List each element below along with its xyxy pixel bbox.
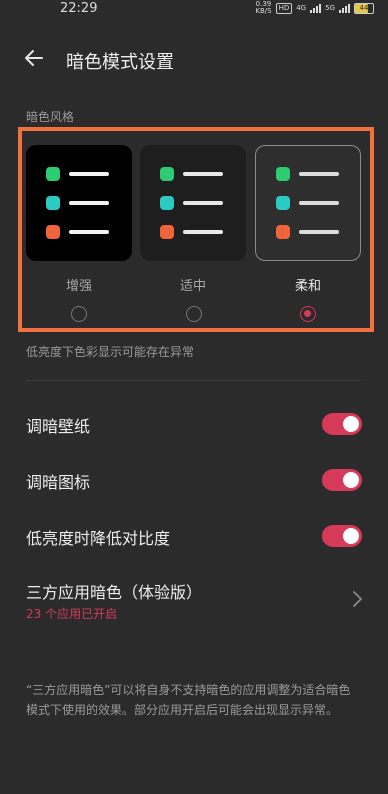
- orange-dot-icon: [46, 225, 60, 239]
- radio-moderate[interactable]: [186, 306, 202, 322]
- style-label-enhanced: 增强: [65, 279, 92, 294]
- page-title: 暗色模式设置: [66, 52, 174, 73]
- green-dot-icon: [276, 167, 290, 181]
- cyan-dot-icon: [160, 196, 174, 210]
- green-dot-icon: [46, 167, 60, 181]
- green-dot-icon: [160, 167, 174, 181]
- dim-wallpaper-toggle[interactable]: [322, 413, 362, 435]
- battery-level: 44: [359, 3, 369, 12]
- status-bar: 22:29 0.39 KB/S HD 4G 5G 44: [0, 0, 388, 18]
- footer-description: “三方应用暗色”可以将自身不支持暗色的应用调整为适合暗色模式下使用的效果。部分应…: [26, 683, 351, 717]
- orange-dot-icon: [276, 225, 290, 239]
- setting-label: 调暗壁纸: [26, 417, 91, 436]
- battery-icon: 44: [354, 2, 374, 14]
- reduce-contrast-toggle[interactable]: [322, 525, 362, 547]
- third-party-dark-label: 三方应用暗色（体验版）: [26, 583, 203, 602]
- status-icons: 0.39 KB/S HD 4G 5G 44: [255, 1, 374, 15]
- third-party-dark-count: 23 个应用已开启: [26, 607, 118, 621]
- style-preview-moderate[interactable]: [140, 145, 246, 261]
- style-label-soft: 柔和: [294, 279, 321, 294]
- network-type-1: 4G: [296, 3, 307, 12]
- setting-label: 低亮度时降低对比度: [26, 529, 171, 548]
- dim-icons-toggle[interactable]: [322, 469, 362, 491]
- cyan-dot-icon: [276, 196, 290, 210]
- divider: [26, 380, 362, 381]
- dark-style-note: 低亮度下色彩显示可能存在异常: [26, 345, 195, 359]
- hd-icon: HD: [275, 2, 293, 14]
- status-time: 22:29: [60, 1, 98, 16]
- cyan-dot-icon: [46, 196, 60, 210]
- orange-dot-icon: [160, 225, 174, 239]
- signal-icon: [310, 3, 322, 13]
- setting-row-reduce-contrast: 低亮度时降低对比度: [0, 517, 388, 557]
- network-type-2: 5G: [325, 3, 335, 12]
- signal-icon-2: [339, 3, 350, 13]
- third-party-dark-item[interactable]: 三方应用暗色（体验版） 23 个应用已开启: [0, 575, 388, 629]
- network-speed-unit: KB/S: [255, 7, 272, 15]
- setting-row-dim-icons: 调暗图标: [0, 461, 388, 501]
- radio-soft[interactable]: [300, 306, 316, 322]
- network-speed: 0.39 KB/S: [255, 1, 271, 15]
- setting-label: 调暗图标: [26, 473, 91, 492]
- section-label-dark-style: 暗色风格: [26, 110, 75, 124]
- setting-row-dim-wallpaper: 调暗壁纸: [0, 405, 388, 445]
- style-preview-enhanced[interactable]: [26, 145, 132, 261]
- radio-enhanced[interactable]: [71, 306, 87, 322]
- chevron-right-icon: [353, 591, 362, 607]
- back-arrow-icon[interactable]: [22, 46, 46, 70]
- style-label-moderate: 适中: [179, 279, 206, 294]
- style-preview-soft[interactable]: [255, 145, 361, 261]
- header: 暗色模式设置: [0, 40, 388, 80]
